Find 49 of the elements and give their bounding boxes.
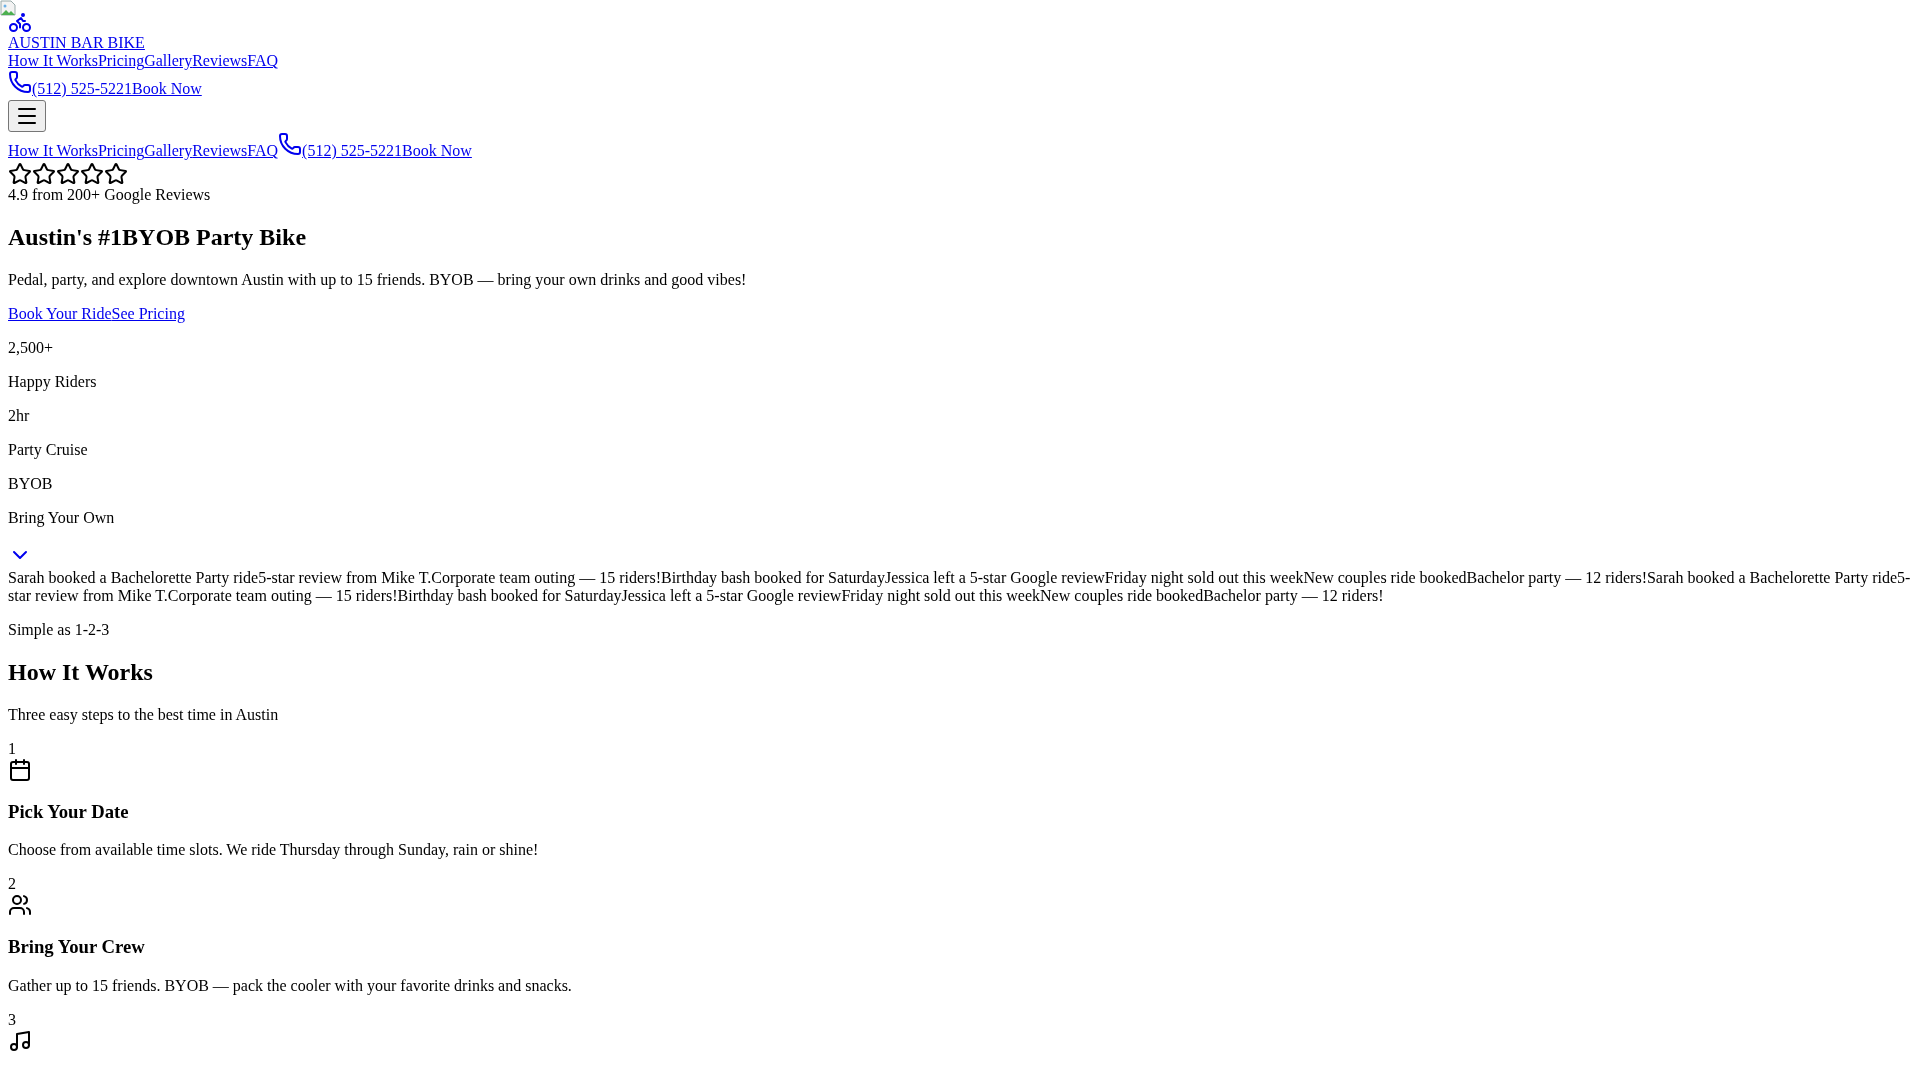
star-icon [80,162,104,186]
phone-icon [278,132,303,156]
cta-link[interactable]: Book Your Ride [8,305,112,322]
nav-link[interactable]: Gallery [144,52,193,69]
rating-text: 4.9 from 200+ Google Reviews [8,186,212,204]
cta-link[interactable]: See Pricing [111,305,185,322]
logo-link[interactable]: AUSTIN BAR BIKE [8,34,145,51]
stat-value: 2hr [8,407,31,425]
stat-label: Party Cruise [8,441,89,459]
book-now-link[interactable]: Book Now [402,142,472,159]
menu-button[interactable] [8,100,46,132]
step-number: 2 [8,875,17,894]
section-eyebrow: Simple as 1-2-3 [8,621,111,639]
stat-value: BYOB [8,475,54,493]
nav-link[interactable]: Pricing [97,52,145,69]
stat-label: Bring Your Own [8,509,116,527]
activity-ticker: Sarah booked a Bachelorette Party ride5-star review from Mike T.Corporate team outing — 15 riders!Birthday bash booked for SaturdayJessica left a 5-star Google reviewFriday night sold out this weekNew couples ride bookedBachelor party — 12 riders!Sarah booked a Bachelorette Party ride5-star review from Mike T.Corporate team outing — 15 riders!Birthday bash booked for SaturdayJessica left a 5-star Google reviewFriday night sold out this weekNew couples ride bookedBachelor party — 12 riders! [8,568,1912,605]
nav-link[interactable]: Reviews [192,142,248,159]
star-icon [32,162,56,186]
step-title: Pick Your Date [8,800,130,823]
star-icon [56,162,80,186]
calendar-icon [8,758,32,782]
step-number: 1 [8,740,17,758]
book-now-link[interactable]: Book Now [132,80,202,97]
section-subtitle: Three easy steps to the best time in Austin [8,706,280,724]
stat-value: 2,500+ [8,339,55,357]
phone-link[interactable]: (512) 525-5221 [278,132,403,160]
bike-icon [8,10,32,34]
hero-subtitle: Pedal, party, and explore downtown Austin with up to 15 friends. BYOB — bring your own drinks and good vibes! [8,271,748,289]
phone-icon [8,70,32,94]
nav-link[interactable]: Pricing [97,142,145,159]
nav-link[interactable]: FAQ [247,142,279,159]
nav-link[interactable]: Gallery [144,142,193,159]
phone-link[interactable]: (512) 525-5221 [8,70,132,98]
step-number: 3 [8,1010,17,1029]
hero-title: Austin's #1BYOB Party Bike [8,224,308,251]
nav-link[interactable]: How It Works [8,142,98,159]
section-title: How It Works [8,659,154,686]
people-icon [8,893,32,918]
nav-link[interactable]: How It Works [8,52,98,69]
music-note-icon [8,1028,32,1053]
step-text: Choose from available time slots. We ride Thursday through Sunday, rain or shine! [8,841,540,860]
stat-label: Happy Riders [8,373,98,391]
star-icon [104,162,128,186]
nav-link[interactable]: Reviews [192,52,248,69]
step-text: Gather up to 15 friends. BYOB — pack the cooler with your favorite drinks and snacks. [8,976,573,995]
star-icon [8,162,32,186]
step-title: Bring Your Crew [8,936,146,959]
nav-link[interactable]: FAQ [247,52,279,69]
